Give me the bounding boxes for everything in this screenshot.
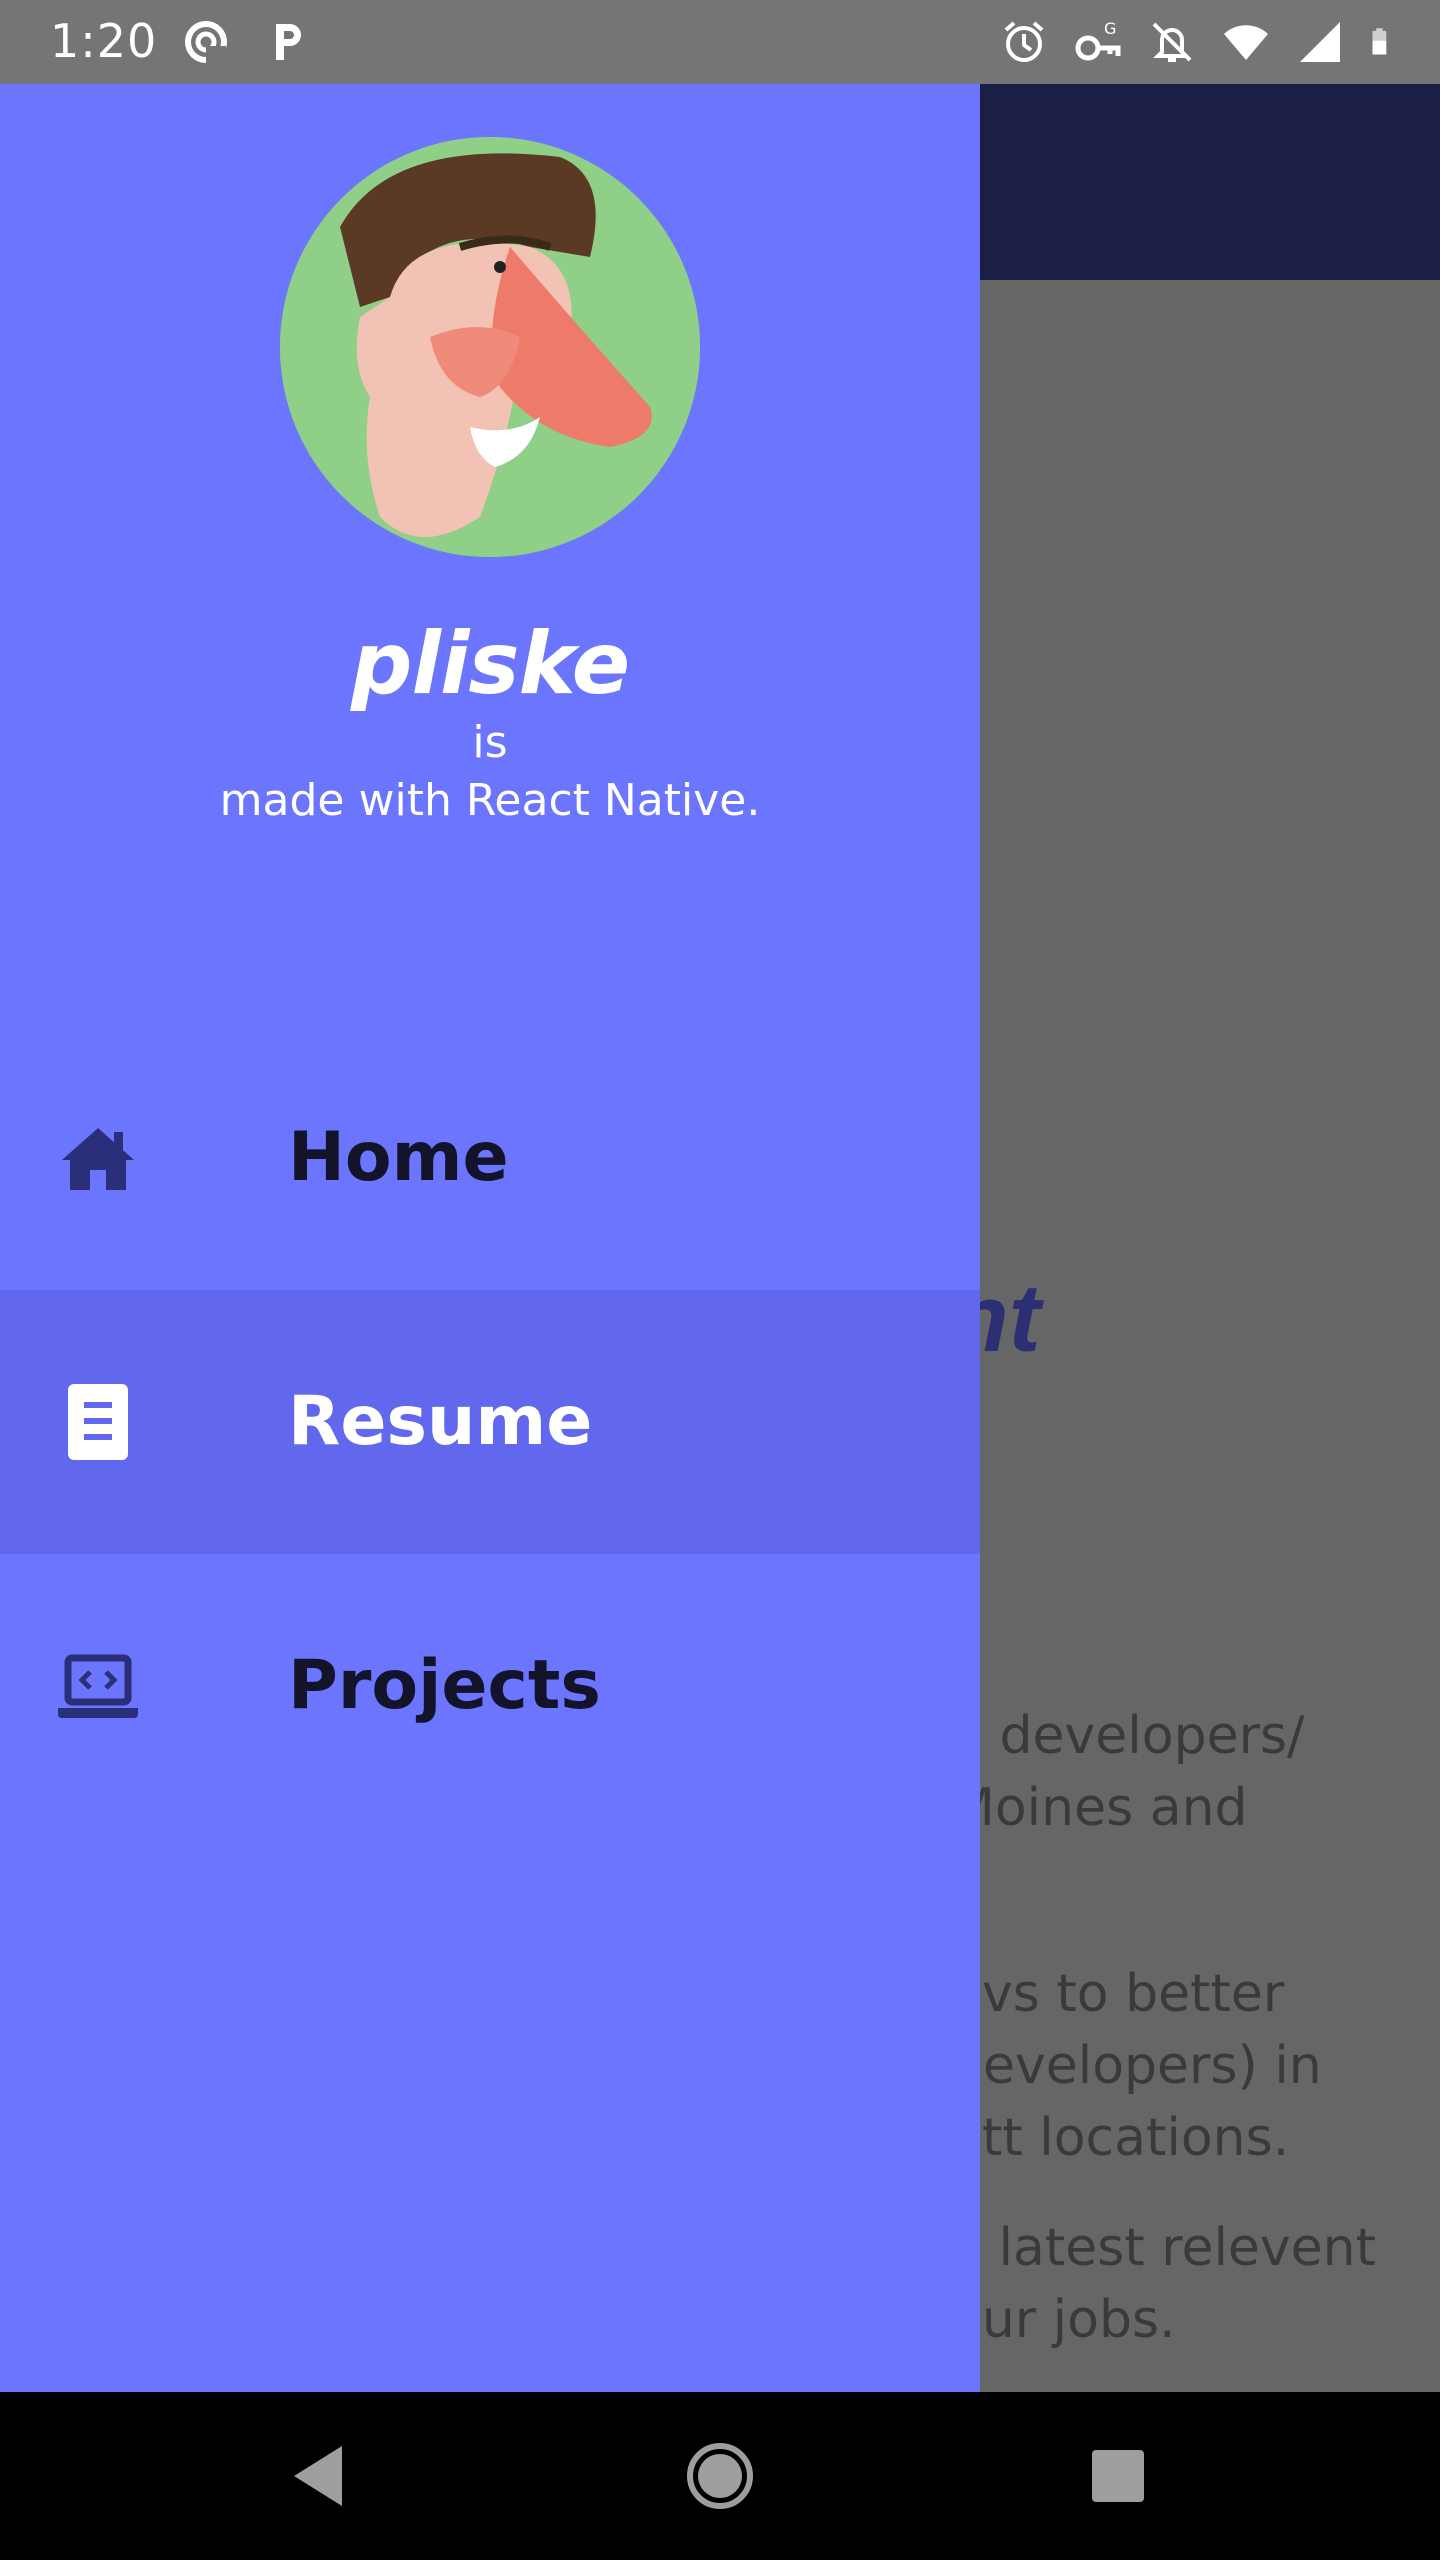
battery-icon bbox=[1372, 28, 1387, 55]
tagline: is made with React Native. bbox=[0, 714, 980, 830]
document-icon bbox=[68, 1384, 128, 1460]
background-text-line: e latest relevent bbox=[950, 2218, 1377, 2278]
navigation-drawer: pliske is made with React Native. Home R… bbox=[0, 84, 980, 2392]
notifications-off-icon bbox=[1152, 22, 1192, 62]
caricature-image bbox=[280, 137, 700, 557]
vpn-key-icon: G bbox=[1075, 19, 1121, 61]
home-icon bbox=[62, 1128, 134, 1190]
laptop-code-icon bbox=[58, 1654, 138, 1718]
drawer-item-home[interactable]: Home bbox=[0, 1026, 980, 1290]
background-text-line: evs to better bbox=[950, 1964, 1285, 2024]
background-text-line: our jobs. bbox=[950, 2290, 1176, 2350]
background-text-line: developers) in bbox=[950, 2036, 1322, 2096]
svg-text:G: G bbox=[1104, 19, 1116, 38]
wifi-icon bbox=[1224, 25, 1268, 60]
drawer-item-label: Resume bbox=[288, 1382, 593, 1461]
drawer-item-projects[interactable]: Projects bbox=[0, 1554, 980, 1818]
back-icon[interactable] bbox=[280, 2436, 360, 2516]
recents-icon[interactable] bbox=[1078, 2436, 1158, 2516]
home-circle-icon[interactable] bbox=[680, 2436, 760, 2516]
parking-icon bbox=[276, 24, 301, 60]
sync-icon bbox=[185, 21, 227, 66]
avatar bbox=[280, 137, 700, 557]
signal-icon bbox=[1300, 22, 1340, 62]
status-bar: 1:20 G bbox=[0, 0, 1440, 84]
system-nav-bar bbox=[0, 2392, 1440, 2560]
background-text-line: ett locations. bbox=[950, 2108, 1290, 2168]
brand-title: pliske bbox=[350, 614, 630, 714]
tagline-line: is bbox=[472, 717, 508, 768]
background-text-line: d developers/ bbox=[950, 1706, 1305, 1766]
status-time: 1:20 bbox=[50, 14, 158, 68]
alarm-icon bbox=[1004, 21, 1044, 62]
drawer-item-label: Home bbox=[288, 1118, 509, 1197]
drawer-item-resume[interactable]: Resume bbox=[0, 1290, 980, 1554]
tagline-line: made with React Native. bbox=[219, 775, 761, 826]
background-text-line: Moines and bbox=[950, 1778, 1248, 1838]
drawer-item-label: Projects bbox=[288, 1646, 601, 1725]
